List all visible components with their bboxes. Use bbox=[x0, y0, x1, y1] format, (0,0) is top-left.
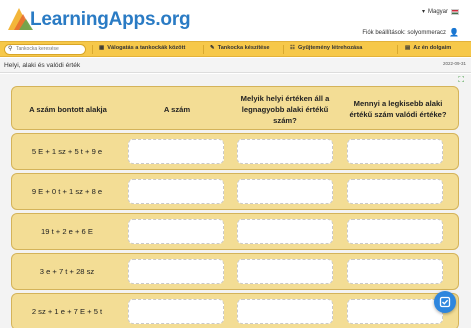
nav-divider bbox=[203, 45, 204, 54]
nav-divider bbox=[397, 45, 398, 54]
answer-drop-zone[interactable] bbox=[237, 219, 333, 244]
pencil-icon: ✎ bbox=[210, 45, 215, 51]
account-label: Fiók beállítások: solyommeracz bbox=[362, 29, 447, 36]
main-nav: ⚲ Tankocka keresése ▦ Válogatás a tankoc… bbox=[0, 41, 471, 57]
flag-icon bbox=[451, 8, 459, 15]
search-placeholder: Tankocka keresése bbox=[16, 46, 59, 52]
expression-cell: 5 E + 1 sz + 5 t + 9 e bbox=[31, 147, 103, 156]
answer-drop-zone[interactable] bbox=[128, 179, 224, 204]
answer-drop-zone[interactable] bbox=[128, 139, 224, 164]
fullscreen-icon[interactable]: ⛶ bbox=[458, 75, 464, 85]
header-cell: A szám bbox=[163, 104, 191, 114]
nav-item-create-app[interactable]: ✎ Tankocka készítése bbox=[210, 45, 270, 51]
table-row: 5 E + 1 sz + 5 t + 9 e bbox=[11, 133, 459, 170]
nav-item-label: Válogatás a tankockák között bbox=[107, 45, 186, 51]
answer-drop-zone[interactable] bbox=[237, 179, 333, 204]
check-answers-button[interactable] bbox=[434, 291, 456, 313]
nav-divider bbox=[283, 45, 284, 54]
matching-table: A szám bontott alakja A szám Melyik hely… bbox=[11, 86, 459, 328]
answer-drop-zone[interactable] bbox=[237, 259, 333, 284]
answer-drop-zone[interactable] bbox=[237, 139, 333, 164]
table-row: 3 e + 7 t + 28 sz bbox=[11, 253, 459, 290]
nav-item-browse[interactable]: ▦ Válogatás a tankockák között bbox=[99, 45, 185, 51]
answer-drop-zone[interactable] bbox=[347, 259, 443, 284]
nav-divider bbox=[92, 45, 93, 54]
chevron-down-icon: ▾ bbox=[421, 9, 425, 15]
date-label: 2022-09-31 bbox=[442, 61, 466, 66]
answer-drop-zone[interactable] bbox=[128, 259, 224, 284]
header-cell: Melyik helyi értéken áll a legnagyobb al… bbox=[240, 93, 330, 125]
nav-item-label: Tankocka készítése bbox=[217, 45, 270, 51]
header-cell: Mennyi a legkisebb alaki értékű szám val… bbox=[349, 99, 447, 119]
answer-drop-zone[interactable] bbox=[237, 299, 333, 324]
search-icon: ⚲ bbox=[8, 46, 13, 52]
nav-item-label: Gyűjtemény létrehozása bbox=[298, 45, 363, 51]
grid-icon: ▦ bbox=[99, 45, 105, 51]
language-selector[interactable]: ▾ Magyar bbox=[422, 8, 459, 15]
table-row: 19 t + 2 e + 6 E bbox=[11, 213, 459, 250]
page-title: Helyi, alaki és valódi érték bbox=[4, 62, 81, 69]
collection-icon: ☷ bbox=[290, 45, 296, 51]
nav-item-label: Az én dolgaim bbox=[413, 45, 452, 51]
folder-icon: ▤ bbox=[405, 45, 411, 51]
search-input[interactable]: ⚲ Tankocka keresése bbox=[4, 44, 86, 55]
answer-drop-zone[interactable] bbox=[347, 179, 443, 204]
answer-drop-zone[interactable] bbox=[128, 219, 224, 244]
table-row: 2 sz + 1 e + 7 E + 5 t bbox=[11, 293, 459, 328]
user-icon: 👤 bbox=[449, 28, 459, 37]
app-title-bar: Helyi, alaki és valódi érték 2022-09-31 bbox=[0, 58, 471, 73]
checklist-icon bbox=[439, 296, 451, 308]
app-area: ⛶ A szám bontott alakja A szám Melyik he… bbox=[0, 74, 471, 328]
table-row: 9 E + 0 t + 1 sz + 8 e bbox=[11, 173, 459, 210]
language-label: Magyar bbox=[427, 8, 448, 15]
header-cell: A szám bontott alakja bbox=[29, 104, 107, 114]
table-header: A szám bontott alakja A szám Melyik hely… bbox=[11, 86, 459, 130]
answer-drop-zone[interactable] bbox=[347, 139, 443, 164]
logo-text[interactable]: LearningApps.org bbox=[30, 9, 191, 31]
answer-drop-zone[interactable] bbox=[347, 299, 443, 324]
expression-cell: 2 sz + 1 e + 7 E + 5 t bbox=[31, 307, 103, 316]
site-header: LearningApps.org ▾ Magyar Fiók beállítás… bbox=[0, 0, 471, 42]
account-settings[interactable]: Fiók beállítások: solyommeracz 👤 bbox=[362, 28, 459, 37]
expression-cell: 19 t + 2 e + 6 E bbox=[41, 227, 93, 236]
answer-drop-zone[interactable] bbox=[128, 299, 224, 324]
expression-cell: 3 e + 7 t + 28 sz bbox=[39, 267, 95, 276]
nav-item-my-apps[interactable]: ▤ Az én dolgaim bbox=[405, 45, 451, 51]
nav-item-create-collection[interactable]: ☷ Gyűjtemény létrehozása bbox=[290, 45, 362, 51]
answer-drop-zone[interactable] bbox=[347, 219, 443, 244]
expression-cell: 9 E + 0 t + 1 sz + 8 e bbox=[31, 187, 103, 196]
